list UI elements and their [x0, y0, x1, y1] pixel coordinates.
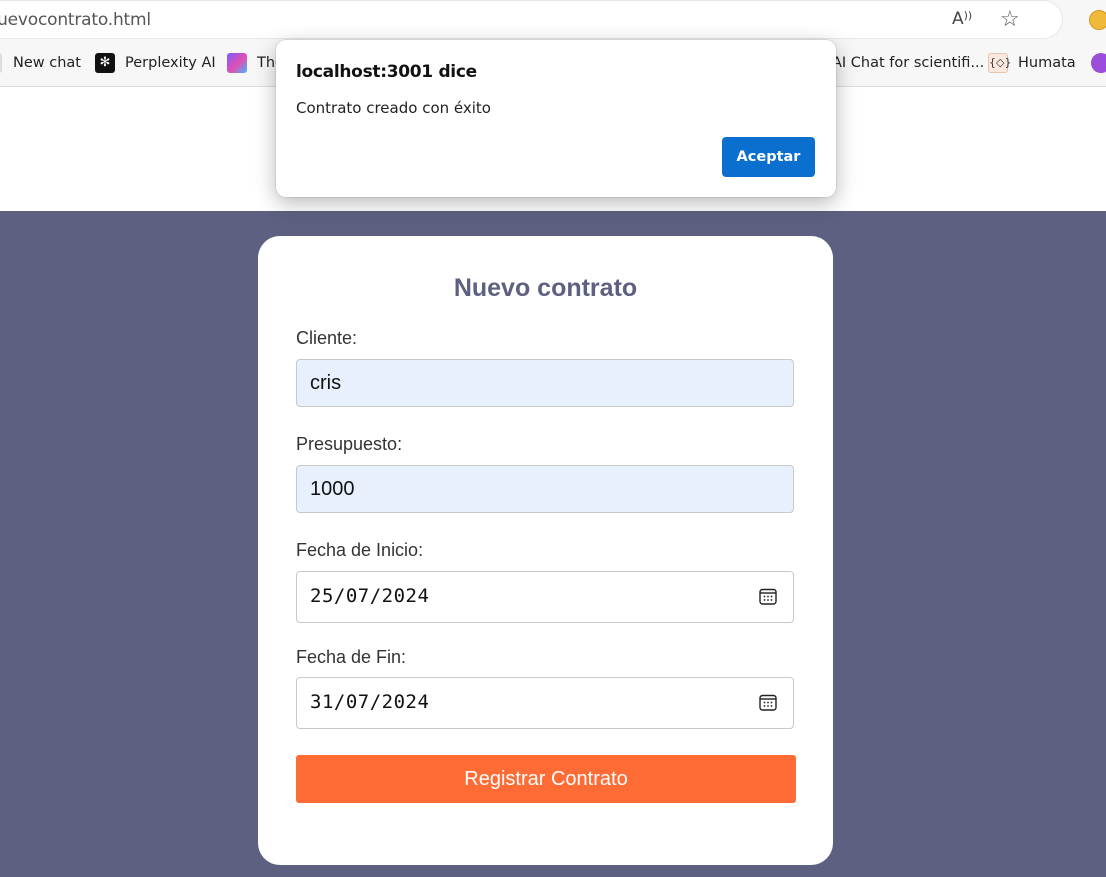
bookmark-label: Humata — [1018, 55, 1076, 71]
fecha-inicio-input[interactable]: 25/07/2024 — [296, 571, 794, 623]
page-title: Nuevo contrato — [453, 274, 638, 302]
extension-icon[interactable] — [1089, 10, 1106, 30]
fecha-fin-input[interactable]: 31/07/2024 — [296, 677, 794, 729]
alert-dialog: localhost:3001 dice Contrato creado con … — [276, 40, 836, 197]
address-bar[interactable]: /nuevocontrato.html A)) ☆ — [0, 1, 1062, 38]
app-icon — [227, 53, 247, 73]
dialog-message: Contrato creado con éxito — [296, 99, 491, 117]
url-text[interactable]: /nuevocontrato.html — [0, 10, 151, 30]
bookmark-perplexity[interactable]: ✻ Perplexity AI — [95, 50, 216, 76]
cliente-label: Cliente: — [296, 328, 358, 348]
bookmark-ai-chat[interactable]: AI Chat for scientifi... — [832, 50, 984, 76]
fecha-inicio-label: Fecha de Inicio: — [296, 540, 424, 560]
bookmark-humata[interactable]: {◇} Humata — [988, 50, 1076, 76]
fecha-fin-value: 31/07/2024 — [310, 691, 430, 713]
fecha-fin-label: Fecha de Fin: — [296, 647, 407, 667]
calendar-icon[interactable] — [759, 694, 777, 711]
presupuesto-value: 1000 — [310, 478, 355, 500]
bookmark-label: New chat — [13, 55, 81, 71]
fecha-inicio-value: 25/07/2024 — [310, 585, 430, 607]
contract-form-card: Nuevo contrato Cliente: cris Presupuesto… — [258, 236, 833, 865]
registrar-contrato-button[interactable]: Registrar Contrato — [296, 755, 796, 803]
aceptar-button[interactable]: Aceptar — [722, 137, 815, 177]
app-icon — [1091, 53, 1106, 73]
read-aloud-icon[interactable]: A)) — [952, 9, 972, 29]
dialog-title: localhost:3001 dice — [296, 62, 477, 82]
bookmark-extra[interactable] — [1091, 50, 1106, 76]
presupuesto-label: Presupuesto: — [296, 434, 403, 454]
chat-icon — [0, 53, 2, 73]
cliente-input[interactable]: cris — [296, 359, 794, 407]
bookmark-new-chat[interactable]: New chat — [0, 50, 81, 76]
cliente-value: cris — [310, 372, 342, 394]
presupuesto-input[interactable]: 1000 — [296, 465, 794, 513]
humata-icon: {◇} — [988, 53, 1011, 73]
perplexity-icon: ✻ — [95, 53, 115, 73]
favorite-star-icon[interactable]: ☆ — [1000, 6, 1020, 32]
calendar-icon[interactable] — [759, 588, 777, 605]
bookmark-label: Perplexity AI — [125, 55, 216, 71]
bookmark-label: AI Chat for scientifi... — [832, 55, 985, 71]
